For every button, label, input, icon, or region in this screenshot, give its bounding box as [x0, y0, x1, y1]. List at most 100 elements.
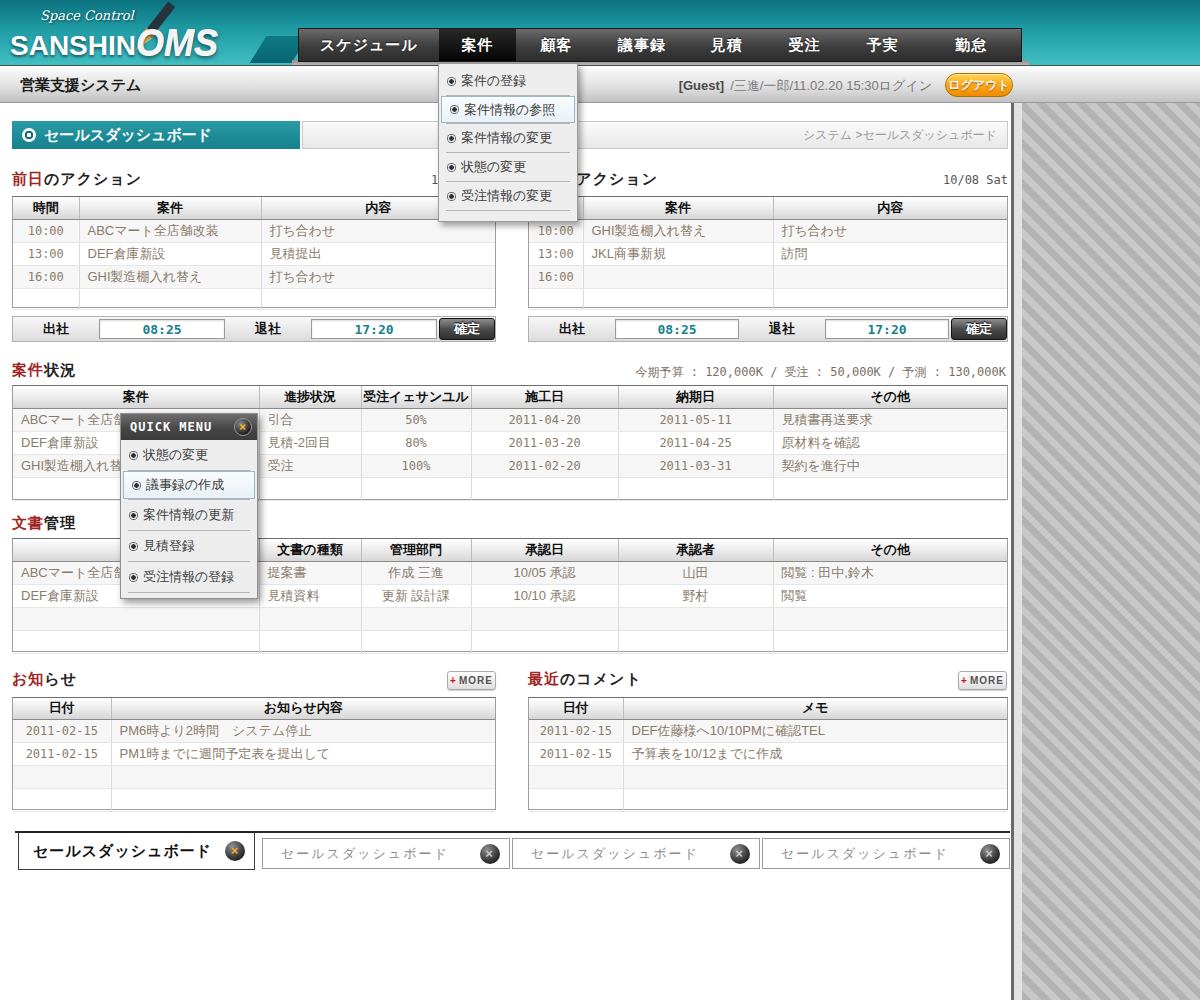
quick-menu: QUICK MENU× 状態の変更 議事録の作成 案件情報の更新 見積登録 受注…	[120, 413, 258, 599]
quick-menu-item[interactable]: 受注情報の登録	[121, 562, 257, 592]
sub-header: 営業支援システム [Guest] /三進/一郎/11.02.20 15:30ログイ…	[0, 65, 1200, 103]
tab-close-icon[interactable]: ×	[730, 844, 750, 864]
yesterday-attendance-bar: 出社 退社 確定	[12, 316, 496, 342]
nav-yojitsu[interactable]: 予実	[843, 29, 921, 61]
table-row[interactable]	[13, 607, 1007, 630]
quick-menu-item[interactable]: 見積登録	[121, 531, 257, 561]
tab-dashboard-3[interactable]: セールスダッシュボード×	[512, 838, 760, 869]
bullet-icon	[450, 105, 459, 114]
notice-table: 日付お知らせ内容 2011-02-15PM6時より2時間 システム停止 2011…	[12, 697, 496, 810]
nav-mitsumori[interactable]: 見積	[688, 29, 766, 61]
login-info: /三進/一郎/11.02.20 15:30ログイン	[730, 78, 932, 93]
main-nav: スケジュール 案件 顧客 議事録 見積 受注 予実 勤怠	[298, 28, 1022, 62]
menu-item[interactable]: 案件情報の変更	[439, 124, 577, 152]
table-row[interactable]: 16:00GHI製造棚入れ替え打ち合わせ	[13, 265, 495, 288]
anken-dropdown-menu: 案件の登録 案件情報の参照 案件情報の変更 状態の変更 受注情報の変更	[438, 63, 578, 222]
clock-out-input[interactable]	[311, 319, 437, 339]
notice-title: お知らせ	[12, 670, 77, 689]
table-row[interactable]: 13:00JKL商事新規訪問	[529, 242, 1007, 265]
table-row[interactable]: 2011-02-15PM6時より2時間 システム停止	[13, 719, 495, 742]
close-icon[interactable]: ×	[234, 418, 252, 436]
breadcrumb: システム >セールスダッシュボード	[302, 121, 1008, 149]
col-case: 案件	[79, 197, 261, 219]
bullet-icon	[129, 573, 138, 582]
tab-dashboard-2[interactable]: セールスダッシュボード×	[262, 838, 510, 869]
tab-close-icon[interactable]: ×	[225, 841, 245, 861]
table-row[interactable]	[13, 288, 495, 309]
clock-in-label: 出社	[529, 320, 615, 338]
today-attendance-bar: 出社 退社 確定	[528, 316, 1008, 342]
page-title-bar: セールスダッシュボード	[12, 121, 300, 149]
comments-more-button[interactable]: +MORE	[958, 671, 1007, 690]
logout-button[interactable]: ログアウト	[945, 73, 1013, 97]
today-date: 10/08 Sat	[908, 173, 1008, 187]
col-content: 内容	[773, 197, 1007, 219]
table-row[interactable]	[529, 288, 1007, 309]
nav-schedule[interactable]: スケジュール	[299, 29, 439, 61]
clock-out-label: 退社	[225, 320, 311, 338]
tab-dashboard-4[interactable]: セールスダッシュボード×	[762, 838, 1010, 869]
logo-oms: OMS	[136, 22, 218, 63]
bullet-icon	[129, 542, 138, 551]
confirm-button[interactable]: 確定	[439, 318, 495, 340]
table-row[interactable]: 16:00	[529, 265, 1007, 288]
bullet-icon	[132, 481, 141, 490]
table-row[interactable]	[13, 765, 495, 788]
table-row[interactable]: 10:00ABCマート全店舗改装打ち合わせ	[13, 219, 495, 242]
comments-title: 最近のコメント	[528, 670, 642, 689]
clock-in-input[interactable]	[615, 319, 739, 339]
clock-in-label: 出社	[13, 320, 99, 338]
tab-close-icon[interactable]: ×	[480, 844, 500, 864]
bullet-icon	[447, 134, 456, 143]
content-right-gap	[1014, 103, 1022, 1000]
table-row[interactable]: 10:00GHI製造棚入れ替え打ち合わせ	[529, 219, 1007, 242]
table-row[interactable]: 2011-02-15PM1時までに週間予定表を提出して	[13, 742, 495, 765]
nav-kintai[interactable]: 勤怠	[921, 29, 1021, 61]
cases-title: 案件状況	[12, 361, 76, 380]
yesterday-title: 前日のアクション	[12, 170, 142, 189]
menu-item-selected[interactable]: 案件情報の参照	[441, 96, 575, 123]
menu-item[interactable]: 受注情報の変更	[439, 182, 577, 210]
table-row[interactable]	[13, 630, 1007, 653]
today-table: 時間案件内容 10:00GHI製造棚入れ替え打ち合わせ 13:00JKL商事新規…	[528, 196, 1008, 308]
table-row[interactable]	[13, 788, 495, 811]
confirm-button[interactable]: 確定	[951, 318, 1007, 340]
title-dot-icon	[22, 128, 36, 142]
table-row[interactable]: 13:00DEF倉庫新設見積提出	[13, 242, 495, 265]
tab-dashboard-active[interactable]: セールスダッシュボード×	[18, 831, 255, 870]
col-time: 時間	[13, 197, 79, 219]
comments-table: 日付メモ 2011-02-15DEF佐藤様へ10/10PMに確認TEL 2011…	[528, 697, 1008, 810]
bullet-icon	[447, 163, 456, 172]
table-row[interactable]	[529, 788, 1007, 811]
user-info: [Guest] /三進/一郎/11.02.20 15:30ログイン	[679, 77, 932, 95]
guest-badge: [Guest]	[679, 78, 725, 93]
app-logo: SANSHINOMS	[10, 22, 218, 64]
cases-summary: 今期予算 : 120,000K / 受注 : 50,000K / 予測 : 13…	[450, 364, 1006, 381]
table-row[interactable]	[529, 765, 1007, 788]
nav-kokyaku[interactable]: 顧客	[516, 29, 596, 61]
quick-menu-item-selected[interactable]: 議事録の作成	[123, 471, 255, 499]
col-case: 案件	[583, 197, 773, 219]
clock-in-input[interactable]	[99, 319, 225, 339]
menu-item[interactable]: 案件の登録	[439, 67, 577, 95]
nav-anken[interactable]: 案件	[439, 29, 517, 61]
quick-menu-header: QUICK MENU×	[121, 414, 257, 440]
page-title: セールスダッシュボード	[44, 126, 212, 143]
clock-out-input[interactable]	[825, 319, 949, 339]
notice-more-button[interactable]: +MORE	[447, 671, 496, 690]
menu-item[interactable]: 状態の変更	[439, 153, 577, 181]
bullet-icon	[447, 77, 456, 86]
system-title: 営業支援システム	[20, 76, 141, 95]
tab-close-icon[interactable]: ×	[980, 844, 1000, 864]
nav-gijiroku[interactable]: 議事録	[596, 29, 688, 61]
quick-menu-item[interactable]: 状態の変更	[121, 440, 257, 470]
logo-sanshin: SANSHIN	[10, 30, 136, 61]
quick-menu-item[interactable]: 案件情報の更新	[121, 500, 257, 530]
table-row[interactable]: 2011-02-15DEF佐藤様へ10/10PMに確認TEL	[529, 719, 1007, 742]
docs-title: 文書管理	[12, 514, 76, 533]
table-row[interactable]: 2011-02-15予算表を10/12までに作成	[529, 742, 1007, 765]
bullet-icon	[129, 511, 138, 520]
nav-juchu[interactable]: 受注	[766, 29, 844, 61]
yesterday-table: 時間案件内容 10:00ABCマート全店舗改装打ち合わせ 13:00DEF倉庫新…	[12, 196, 496, 308]
bullet-icon	[129, 451, 138, 460]
